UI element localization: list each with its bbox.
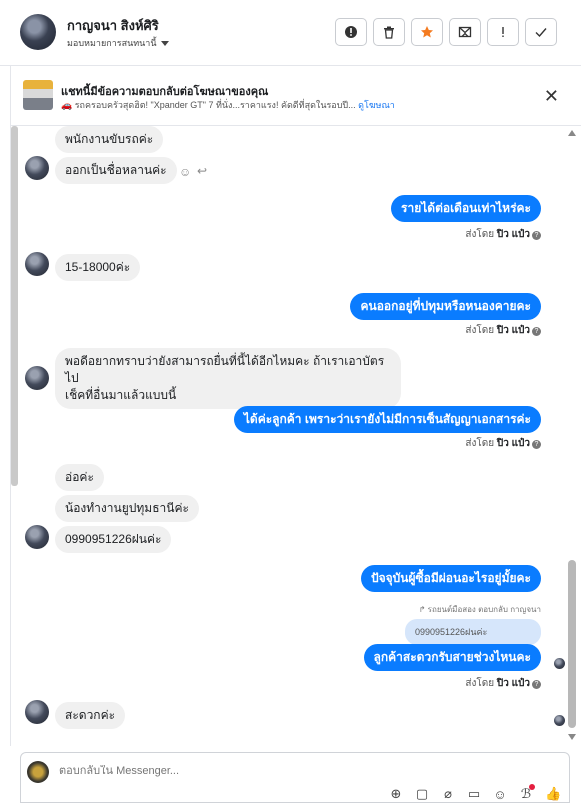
outgoing-message[interactable]: รายได้ต่อเดือนเท่าไหร่คะ — [391, 195, 541, 222]
sent-by-prefix: ส่งโดย — [465, 678, 495, 689]
check-icon — [535, 28, 547, 38]
chevron-down-icon — [160, 40, 169, 46]
sent-by-label: ส่งโดย ปิว แป๋ว? — [465, 436, 541, 451]
sent-by-label: ส่งโดย ปิว แป๋ว? — [465, 227, 541, 242]
assign-dropdown[interactable]: มอบหมายการสนทนานี้ — [67, 36, 169, 50]
help-icon[interactable]: ? — [532, 327, 541, 336]
scrollbar-thumb[interactable] — [568, 560, 576, 728]
message-line: พอดีอยากทราบว่ายังสามารถยื่นที่นี้ได้อีก… — [65, 354, 385, 385]
contact-avatar-small — [25, 700, 49, 724]
message-line: เช็คที่อื่นมาแล้วแบบนี้ — [65, 388, 177, 402]
outgoing-message[interactable]: ปัจจุบันผู้ซื้อมีผ่อนอะไรอยู่มั้ยคะ — [360, 565, 541, 592]
shopping-bag-icon[interactable]: ▢ — [415, 786, 429, 802]
important-button[interactable] — [487, 18, 519, 46]
contact-avatar-small — [25, 366, 49, 390]
mail-x-icon — [458, 26, 472, 38]
ad-thumbnail[interactable] — [23, 80, 53, 110]
emoji-icon[interactable]: ☺ — [493, 787, 507, 802]
incoming-message[interactable]: น้องทำงานยูปทุมธานีค่ะ — [55, 495, 199, 522]
message-thread[interactable]: พนักงานขับรถค่ะ ออกเป็นชื่อหลานค่ะ ☺ ↩ ร… — [10, 126, 581, 746]
seen-avatar — [554, 715, 565, 726]
sent-by-name: ปิว แป๋ว — [496, 325, 530, 336]
scroll-down-arrow[interactable] — [568, 734, 576, 740]
done-button[interactable] — [525, 18, 557, 46]
sent-by-label: ส่งโดย ปิว แป๋ว? — [465, 323, 541, 338]
notes-icon[interactable]: ℬ — [519, 784, 535, 802]
quoted-message[interactable]: 0990951226ฝนค่ะ — [405, 619, 541, 645]
incoming-message[interactable]: สะดวกค่ะ — [55, 702, 126, 729]
ad-caption: 🚗 รถครอบครัวสุดฮิต! "Xpander GT" 7 ที่นั… — [61, 100, 356, 110]
contact-avatar-small — [25, 525, 49, 549]
sent-by-label: ส่งโดย ปิว แป๋ว? — [465, 676, 541, 691]
add-contact-icon[interactable]: ⊕ — [389, 786, 403, 802]
sent-by-name: ปิว แป๋ว — [496, 438, 530, 449]
reply-input[interactable] — [59, 765, 359, 777]
reply-composer: ⊕ ▢ ⌀ ▭ ☺ ℬ 👍 — [20, 752, 570, 803]
exclamation-icon — [502, 27, 504, 37]
seen-avatar — [554, 658, 565, 669]
contact-name[interactable]: กาญจนา สิงห์ศิริ — [67, 15, 159, 36]
help-icon[interactable]: ? — [532, 440, 541, 449]
scroll-up-arrow[interactable] — [568, 130, 576, 136]
alert-circle-icon — [345, 26, 357, 38]
view-ad-link[interactable]: ดูโฆษณา — [358, 100, 395, 110]
outgoing-message[interactable]: ลูกค้าสะดวกรับสายช่วงไหนคะ — [363, 644, 541, 671]
left-scrollbar[interactable] — [11, 126, 18, 486]
incoming-message[interactable]: 0990951226ฝนค่ะ — [55, 526, 172, 553]
help-icon[interactable]: ? — [532, 231, 541, 240]
incoming-message[interactable]: พอดีอยากทราบว่ายังสามารถยื่นที่นี้ได้อีก… — [55, 348, 401, 409]
page-avatar — [27, 761, 49, 783]
trash-icon — [384, 26, 394, 39]
sent-by-name: ปิว แป๋ว — [496, 229, 530, 240]
conversation-header: กาญจนา สิงห์ศิริ มอบหมายการสนทนานี้ — [0, 0, 581, 66]
incoming-message[interactable]: พนักงานขับรถค่ะ — [55, 126, 164, 153]
outgoing-message[interactable]: คนออกอยู่ที่ปทุมหรือหนองคายคะ — [350, 293, 541, 320]
close-icon[interactable]: ✕ — [544, 86, 559, 107]
header-actions — [335, 18, 557, 46]
reply-context: ↱ รถยนต์มือสอง ตอบกลับ กาญจนา — [418, 605, 541, 614]
delete-button[interactable] — [373, 18, 405, 46]
like-icon[interactable]: 👍 — [545, 786, 561, 802]
outgoing-message[interactable]: ได้ค่ะลูกค้า เพราะว่าเรายังไม่มีการเซ็นส… — [233, 406, 541, 433]
composer-toolbar: ⊕ ▢ ⌀ ▭ ☺ ℬ 👍 — [389, 784, 561, 802]
saved-reply-icon[interactable]: ▭ — [467, 786, 481, 802]
emoji-react-icon[interactable]: ☺ — [179, 165, 191, 179]
incoming-message[interactable]: อ่อค่ะ — [55, 464, 104, 491]
ad-reply-banner: แชทนี้มีข้อความตอบกลับต่อโฆษณาของคุณ 🚗 ร… — [10, 66, 581, 126]
sent-by-prefix: ส่งโดย — [465, 438, 495, 449]
ad-banner-subtitle: 🚗 รถครอบครัวสุดฮิต! "Xpander GT" 7 ที่นั… — [61, 98, 395, 112]
sent-by-name: ปิว แป๋ว — [496, 678, 530, 689]
help-icon[interactable]: ? — [532, 680, 541, 689]
contact-avatar-small — [25, 156, 49, 180]
attach-icon[interactable]: ⌀ — [441, 786, 455, 802]
assign-label: มอบหมายการสนทนานี้ — [67, 38, 157, 48]
contact-avatar[interactable] — [20, 14, 56, 50]
spam-button[interactable] — [449, 18, 481, 46]
star-icon — [421, 26, 433, 38]
sent-by-prefix: ส่งโดย — [465, 325, 495, 336]
sent-by-prefix: ส่งโดย — [465, 229, 495, 240]
star-button[interactable] — [411, 18, 443, 46]
incoming-message[interactable]: ออกเป็นชื่อหลานค่ะ — [55, 157, 177, 184]
contact-avatar-small — [25, 252, 49, 276]
reply-arrow-icon[interactable]: ↩ — [197, 164, 207, 178]
alert-button[interactable] — [335, 18, 367, 46]
incoming-message[interactable]: 15-18000ค่ะ — [55, 254, 141, 281]
